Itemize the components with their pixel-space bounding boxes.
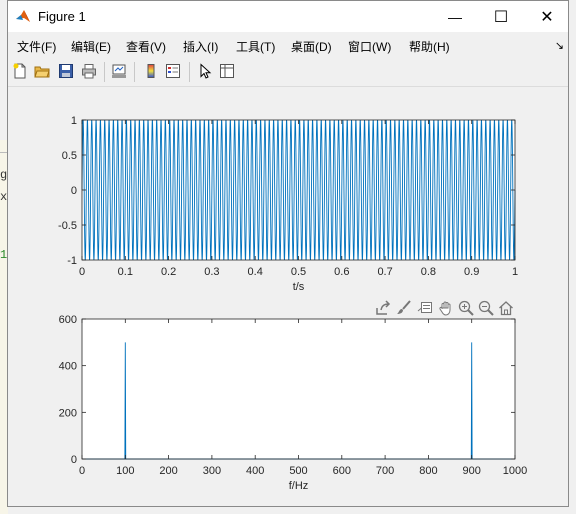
export-icon[interactable] [374, 299, 392, 317]
new-figure-icon[interactable] [11, 62, 29, 80]
y-tick-label: 0.5 [62, 150, 77, 162]
x-tick-label: 500 [289, 465, 307, 477]
axes-time-domain[interactable]: 0 0.1 0.2 0.3 0.4 0.5 0.6 0.7 0.8 0.9 1 -1 -0.5 0 0.5 1… [58, 115, 518, 293]
menu-dock-arrow-icon[interactable]: ↘ [555, 39, 564, 52]
x-tick-label: 600 [333, 465, 351, 477]
menu-file[interactable]: 文件(F) [17, 38, 56, 55]
zoom-in-icon[interactable] [457, 299, 475, 317]
x-tick-label: 100 [116, 465, 134, 477]
menu-bar: 文件(F) 编辑(E) 查看(V) 插入(I) 工具(T) 桌面(D) 窗口(W… [8, 32, 568, 58]
matlab-icon [15, 8, 31, 24]
menu-tools[interactable]: 工具(T) [236, 38, 275, 55]
axes-frequency-domain[interactable]: 0 100 200 300 400 500 600 700 800 900 1000 0 200 400 6… [59, 314, 528, 492]
datatip-icon[interactable] [416, 299, 434, 317]
menu-help[interactable]: 帮助(H) [409, 38, 450, 55]
close-icon: ✕ [540, 8, 554, 26]
y-tick-label: 0 [71, 454, 77, 466]
zoom-out-icon[interactable] [477, 299, 495, 317]
plot-area [82, 319, 515, 459]
x-tick-label: 300 [203, 465, 221, 477]
property-editor-icon[interactable] [218, 62, 236, 80]
x-tick-label: 0.7 [377, 266, 392, 278]
minimize-icon: — [448, 8, 462, 25]
y-tick-label: -1 [67, 255, 77, 267]
menu-edit[interactable]: 编辑(E) [71, 38, 111, 55]
x-tick-label: 1000 [503, 465, 527, 477]
toolbar-separator [104, 62, 105, 82]
maximize-icon: ☐ [493, 8, 509, 26]
menu-desktop[interactable]: 桌面(D) [291, 38, 332, 55]
window-title: Figure 1 [38, 9, 86, 24]
y-tick-label: -0.5 [58, 220, 77, 232]
y-tick-label: 600 [59, 314, 77, 326]
menu-window[interactable]: 窗口(W) [348, 38, 391, 55]
print-icon[interactable] [80, 62, 98, 80]
pan-icon[interactable] [437, 299, 455, 317]
legend-icon[interactable] [164, 62, 182, 80]
x-tick-label: 900 [463, 465, 481, 477]
x-tick-label: 0.2 [161, 266, 176, 278]
x-tick-label: 0 [79, 465, 85, 477]
maximize-button[interactable]: ☐ [478, 1, 524, 32]
y-tick-label: 0 [71, 185, 77, 197]
x-tick-label: 0.5 [291, 266, 306, 278]
figure-toolbar [8, 58, 568, 87]
x-tick-label: 0.9 [464, 266, 479, 278]
x-tick-label: 0.6 [334, 266, 349, 278]
menu-view[interactable]: 查看(V) [126, 38, 166, 55]
save-icon[interactable] [57, 62, 75, 80]
brush-icon[interactable] [395, 299, 413, 317]
y-tick-label: 400 [59, 361, 77, 373]
open-file-icon[interactable] [33, 62, 51, 80]
close-button[interactable]: ✕ [524, 1, 570, 32]
colorbar-icon[interactable] [142, 62, 160, 80]
link-plot-icon[interactable] [110, 62, 128, 80]
y-tick-label: 200 [59, 407, 77, 419]
x-axis-label: t/s [293, 281, 305, 293]
x-tick-label: 0.4 [248, 266, 263, 278]
figure-canvas: 0 0.1 0.2 0.3 0.4 0.5 0.6 0.7 0.8 0.9 1 -1 -0.5 0 0.5 1… [8, 87, 568, 506]
x-tick-label: 0.8 [421, 266, 436, 278]
x-tick-label: 800 [419, 465, 437, 477]
x-axis-label: f/Hz [289, 480, 309, 492]
minimize-button[interactable]: — [432, 1, 478, 32]
home-icon[interactable] [497, 299, 515, 317]
y-tick-label: 1 [71, 115, 77, 127]
x-tick-label: 0.3 [204, 266, 219, 278]
toolbar-separator [134, 62, 135, 82]
x-tick-label: 700 [376, 465, 394, 477]
plot-canvas: 0 0.1 0.2 0.3 0.4 0.5 0.6 0.7 0.8 0.9 1 -1 -0.5 0 0.5 1… [58, 115, 528, 492]
figure-window: Figure 1 — ☐ ✕ 文件(F) 编辑(E) 查看(V) 插入(I) 工… [7, 0, 569, 507]
x-tick-label: 200 [159, 465, 177, 477]
title-bar[interactable]: Figure 1 — ☐ ✕ [8, 1, 568, 32]
pointer-icon[interactable] [196, 62, 214, 80]
x-tick-label: 400 [246, 465, 264, 477]
toolbar-separator [189, 62, 190, 82]
x-tick-label: 0.1 [118, 266, 133, 278]
x-tick-label: 1 [512, 266, 518, 278]
x-tick-label: 0 [79, 266, 85, 278]
menu-insert[interactable]: 插入(I) [183, 38, 218, 55]
